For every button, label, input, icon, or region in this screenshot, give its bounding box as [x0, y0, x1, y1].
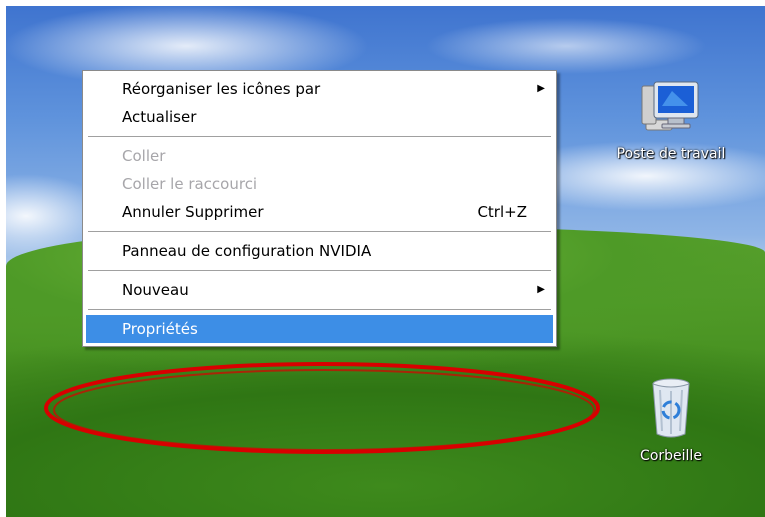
menu-item-label: Propriétés	[122, 320, 198, 338]
menu-item-properties[interactable]: Propriétés	[86, 315, 553, 343]
menu-separator	[88, 270, 551, 271]
submenu-arrow-icon: ▶	[537, 284, 545, 295]
menu-separator	[88, 309, 551, 310]
recycle-bin-icon	[652, 378, 690, 438]
menu-item-paste: Coller	[86, 142, 553, 170]
submenu-arrow-icon: ▶	[537, 83, 545, 94]
menu-item-new[interactable]: Nouveau ▶	[86, 276, 553, 304]
menu-item-label: Coller le raccourci	[122, 175, 258, 193]
my-computer-icon	[641, 81, 699, 131]
menu-item-label: Nouveau	[122, 281, 189, 299]
menu-item-label: Actualiser	[122, 108, 197, 126]
menu-item-arrange-icons[interactable]: Réorganiser les icônes par ▶	[86, 75, 553, 103]
menu-item-paste-shortcut: Coller le raccourci	[86, 170, 553, 198]
menu-item-label: Annuler Supprimer	[122, 203, 264, 221]
menu-item-label: Panneau de configuration NVIDIA	[122, 242, 372, 260]
menu-separator	[88, 231, 551, 232]
menu-item-shortcut: Ctrl+Z	[477, 203, 527, 221]
menu-item-label: Coller	[122, 147, 166, 165]
desktop-icon-my-computer[interactable]: Poste de travail	[596, 76, 746, 162]
menu-item-label: Réorganiser les icônes par	[122, 80, 321, 98]
desktop-context-menu: Réorganiser les icônes par ▶ Actualiser …	[82, 70, 557, 347]
menu-item-undo-delete[interactable]: Annuler Supprimer Ctrl+Z	[86, 198, 553, 226]
desktop-icon-recycle-bin[interactable]: Corbeille	[596, 376, 746, 464]
menu-item-refresh[interactable]: Actualiser	[86, 103, 553, 131]
desktop-icon-label: Corbeille	[640, 448, 702, 464]
desktop-icon-label: Poste de travail	[616, 146, 726, 162]
menu-item-nvidia-control-panel[interactable]: Panneau de configuration NVIDIA	[86, 237, 553, 265]
menu-separator	[88, 136, 551, 137]
